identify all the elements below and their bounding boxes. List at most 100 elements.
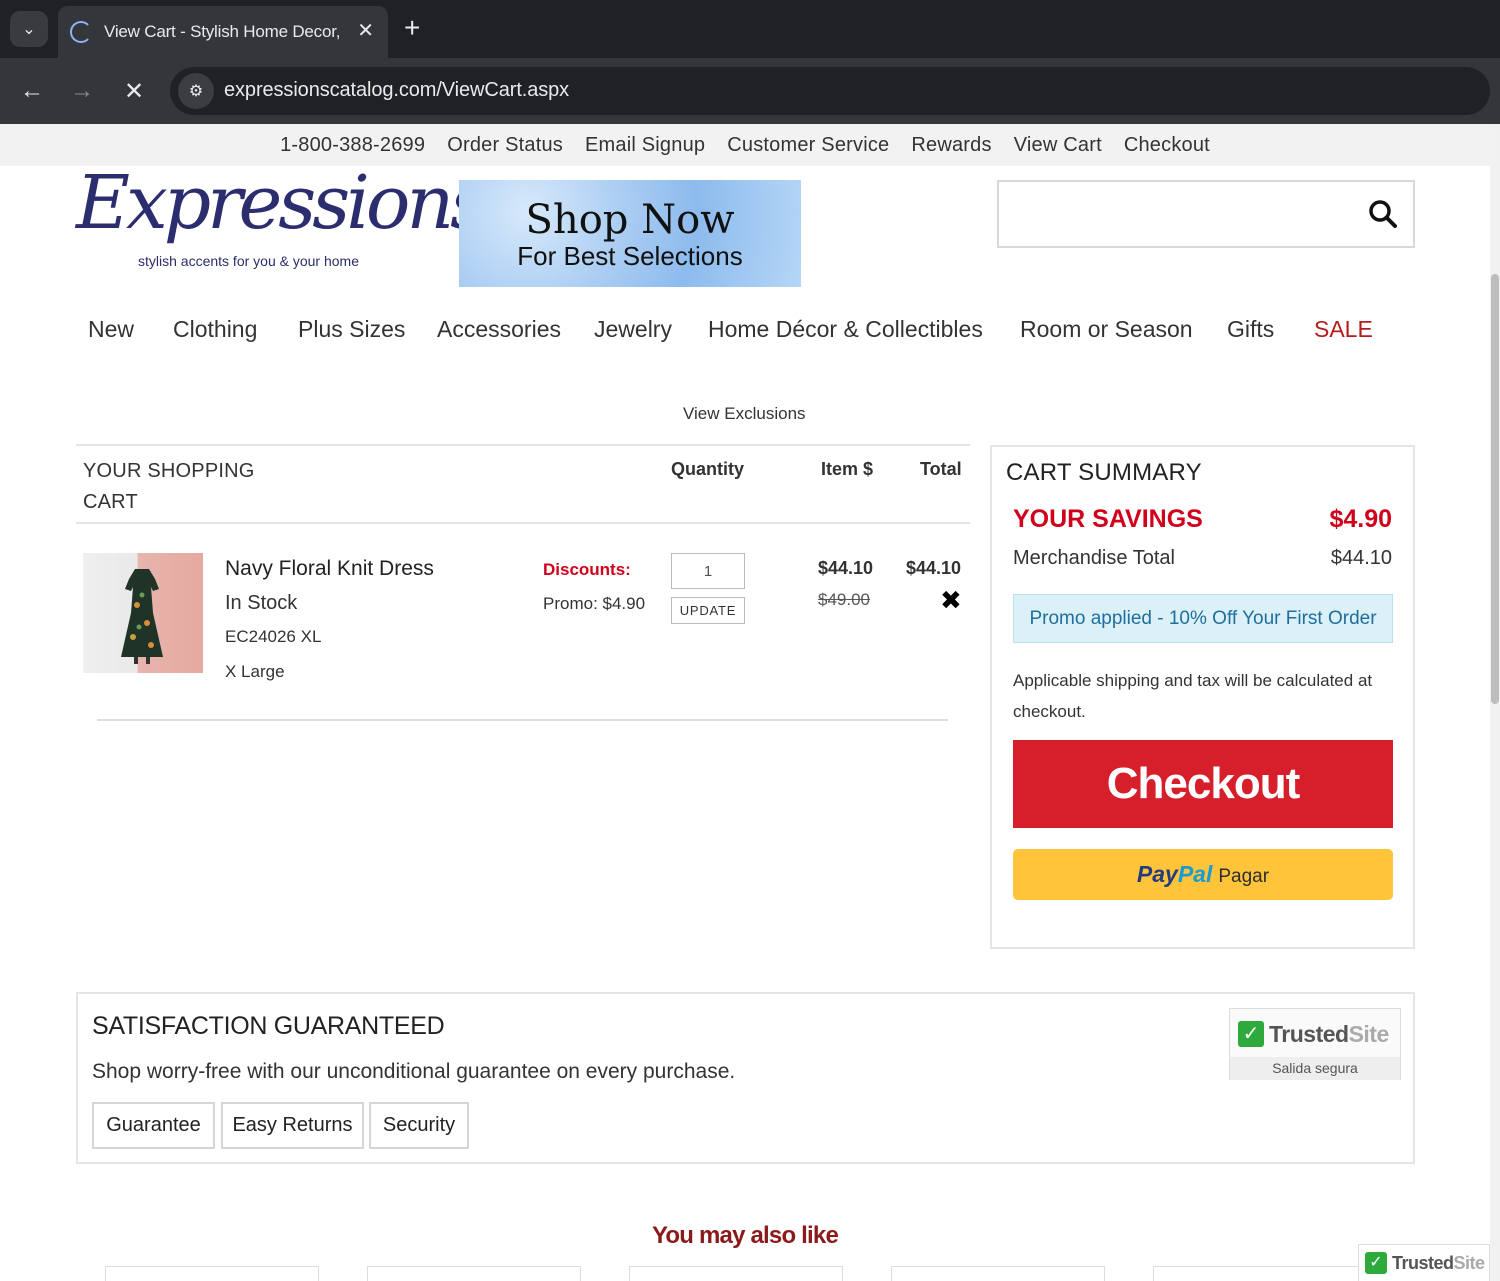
satisfaction-section: SATISFACTION GUARANTEED Shop worry-free …: [76, 992, 1415, 1164]
divider: [97, 719, 948, 721]
trustedsite-word1: Trusted: [1392, 1252, 1454, 1273]
promo-banner[interactable]: Shop Now For Best Selections: [459, 180, 801, 287]
merchandise-total-value: $44.10: [1330, 547, 1392, 569]
quantity-input[interactable]: 1: [671, 553, 745, 589]
trustedsite-word2: Site: [1348, 1020, 1390, 1047]
new-tab-button[interactable]: +: [404, 13, 420, 43]
remove-item-icon[interactable]: ✖: [940, 585, 962, 616]
divider: [76, 444, 970, 446]
merchandise-total-label: Merchandise Total: [1013, 547, 1175, 569]
cart-heading-line1: YOUR SHOPPING: [83, 460, 255, 482]
item-size: X Large: [225, 662, 285, 681]
nav-clothing[interactable]: Clothing: [173, 316, 257, 343]
recommendation-card[interactable]: [629, 1266, 843, 1281]
utility-phone[interactable]: 1-800-388-2699: [280, 134, 425, 157]
trustedsite-word1: Trusted: [1269, 1020, 1349, 1047]
logo-tagline: stylish accents for you & your home: [138, 253, 359, 269]
product-thumbnail[interactable]: [83, 553, 203, 673]
divider: [76, 522, 970, 524]
recommendation-card[interactable]: [891, 1266, 1105, 1281]
utility-order-status[interactable]: Order Status: [447, 134, 563, 157]
trustedsite-floating-badge[interactable]: ✓ Trusted Site: [1358, 1244, 1490, 1281]
shipping-note: Applicable shipping and tax will be calc…: [1013, 671, 1373, 721]
discounts-label: Discounts:: [543, 560, 631, 579]
tab-search-button[interactable]: ⌄: [10, 11, 48, 47]
browser-tab-bar: ⌄ View Cart - Stylish Home Decor, ✕ +: [0, 0, 1500, 58]
forward-arrow-icon[interactable]: →: [65, 74, 99, 108]
column-item-price: Item $: [821, 459, 874, 479]
search-icon[interactable]: [1367, 198, 1399, 230]
checkout-button[interactable]: Checkout: [1013, 740, 1393, 828]
nav-room-or-season[interactable]: Room or Season: [1020, 316, 1193, 343]
back-arrow-icon[interactable]: ←: [15, 74, 49, 108]
stop-loading-icon[interactable]: ✕: [117, 74, 151, 108]
nav-jewelry[interactable]: Jewelry: [594, 316, 672, 343]
paypal-logo-pay: Pay: [1136, 861, 1178, 887]
savings-label: YOUR SAVINGS: [1013, 505, 1203, 533]
nav-new[interactable]: New: [88, 316, 134, 343]
item-price: $44.10: [818, 558, 874, 578]
nav-plus-sizes[interactable]: Plus Sizes: [298, 316, 405, 343]
recommendation-card[interactable]: [105, 1266, 319, 1281]
item-stock-status: In Stock: [225, 592, 298, 614]
checkmark-icon: ✓: [1238, 1021, 1264, 1047]
scrollbar-thumb[interactable]: [1491, 274, 1499, 704]
nav-home-decor[interactable]: Home Décor & Collectibles: [708, 316, 983, 343]
savings-value: $4.90: [1329, 505, 1392, 533]
promo-applied-notice: Promo applied - 10% Off Your First Order: [1013, 594, 1393, 643]
nav-accessories[interactable]: Accessories: [437, 316, 561, 343]
item-original-price: $49.00: [818, 590, 870, 609]
item-total: $44.10: [906, 558, 962, 578]
logo-wordmark: Expressions: [76, 160, 488, 246]
trustedsite-badge[interactable]: ✓ Trusted Site Salida segura: [1229, 1008, 1401, 1080]
trustedsite-word2: Site: [1453, 1252, 1486, 1273]
utility-view-cart[interactable]: View Cart: [1014, 134, 1102, 157]
utility-customer-service[interactable]: Customer Service: [727, 134, 889, 157]
page-scrollbar[interactable]: [1490, 124, 1500, 1281]
utility-checkout[interactable]: Checkout: [1124, 134, 1210, 157]
nav-gifts[interactable]: Gifts: [1227, 316, 1274, 343]
summary-title: CART SUMMARY: [1006, 459, 1202, 486]
trustedsite-subtitle: Salida segura: [1230, 1057, 1400, 1080]
easy-returns-button[interactable]: Easy Returns: [221, 1102, 364, 1149]
tab-title: View Cart - Stylish Home Decor,: [104, 22, 341, 41]
column-quantity: Quantity: [671, 459, 745, 479]
banner-subline: For Best Selections: [517, 241, 743, 271]
paypal-action-label: Pagar: [1218, 866, 1270, 887]
cart-summary: CART SUMMARY YOUR SAVINGS $4.90 Merchand…: [990, 445, 1415, 949]
dress-image: [121, 569, 163, 664]
column-total: Total: [920, 459, 962, 479]
checkmark-icon: ✓: [1365, 1252, 1387, 1274]
recommendations-title: You may also like: [651, 1222, 839, 1249]
url-text[interactable]: expressionscatalog.com/ViewCart.aspx: [224, 79, 569, 102]
promo-amount: Promo: $4.90: [543, 594, 646, 613]
update-button[interactable]: UPDATE: [671, 597, 745, 624]
satisfaction-text: Shop worry-free with our unconditional g…: [92, 1060, 736, 1083]
nav-sale[interactable]: SALE: [1314, 316, 1373, 343]
site-logo[interactable]: Expressions stylish accents for you & yo…: [76, 160, 488, 278]
item-name-link[interactable]: Navy Floral Knit Dress: [225, 557, 434, 581]
browser-toolbar: ← → ✕ ⚙ expressionscatalog.com/ViewCart.…: [0, 58, 1500, 124]
main-nav: New Clothing Plus Sizes Accessories Jewe…: [76, 312, 1416, 352]
cart-heading-line2: CART: [83, 491, 138, 513]
item-sku: EC24026 XL: [225, 627, 322, 646]
guarantee-button[interactable]: Guarantee: [92, 1102, 215, 1149]
satisfaction-title: SATISFACTION GUARANTEED: [92, 1012, 445, 1040]
recommendation-card[interactable]: [1153, 1266, 1367, 1281]
search-input[interactable]: [997, 180, 1415, 248]
address-bar[interactable]: ⚙ expressionscatalog.com/ViewCart.aspx: [170, 67, 1490, 115]
utility-email-signup[interactable]: Email Signup: [585, 134, 705, 157]
browser-tab[interactable]: View Cart - Stylish Home Decor, ✕: [58, 6, 388, 58]
tab-close-icon[interactable]: ✕: [357, 18, 374, 43]
paypal-logo-pal: Pal: [1177, 861, 1213, 887]
utility-rewards[interactable]: Rewards: [911, 134, 991, 157]
paypal-button[interactable]: PayPal Pagar: [1013, 849, 1393, 900]
security-button[interactable]: Security: [369, 1102, 469, 1149]
site-info-icon[interactable]: ⚙: [178, 73, 214, 109]
recommendation-card[interactable]: [367, 1266, 581, 1281]
loading-spinner-icon: [70, 21, 92, 43]
cart-heading: YOUR SHOPPING CART: [83, 456, 255, 518]
banner-headline: Shop Now: [525, 197, 735, 243]
chevron-down-icon: ⌄: [22, 21, 36, 38]
view-exclusions-link[interactable]: View Exclusions: [683, 404, 806, 424]
